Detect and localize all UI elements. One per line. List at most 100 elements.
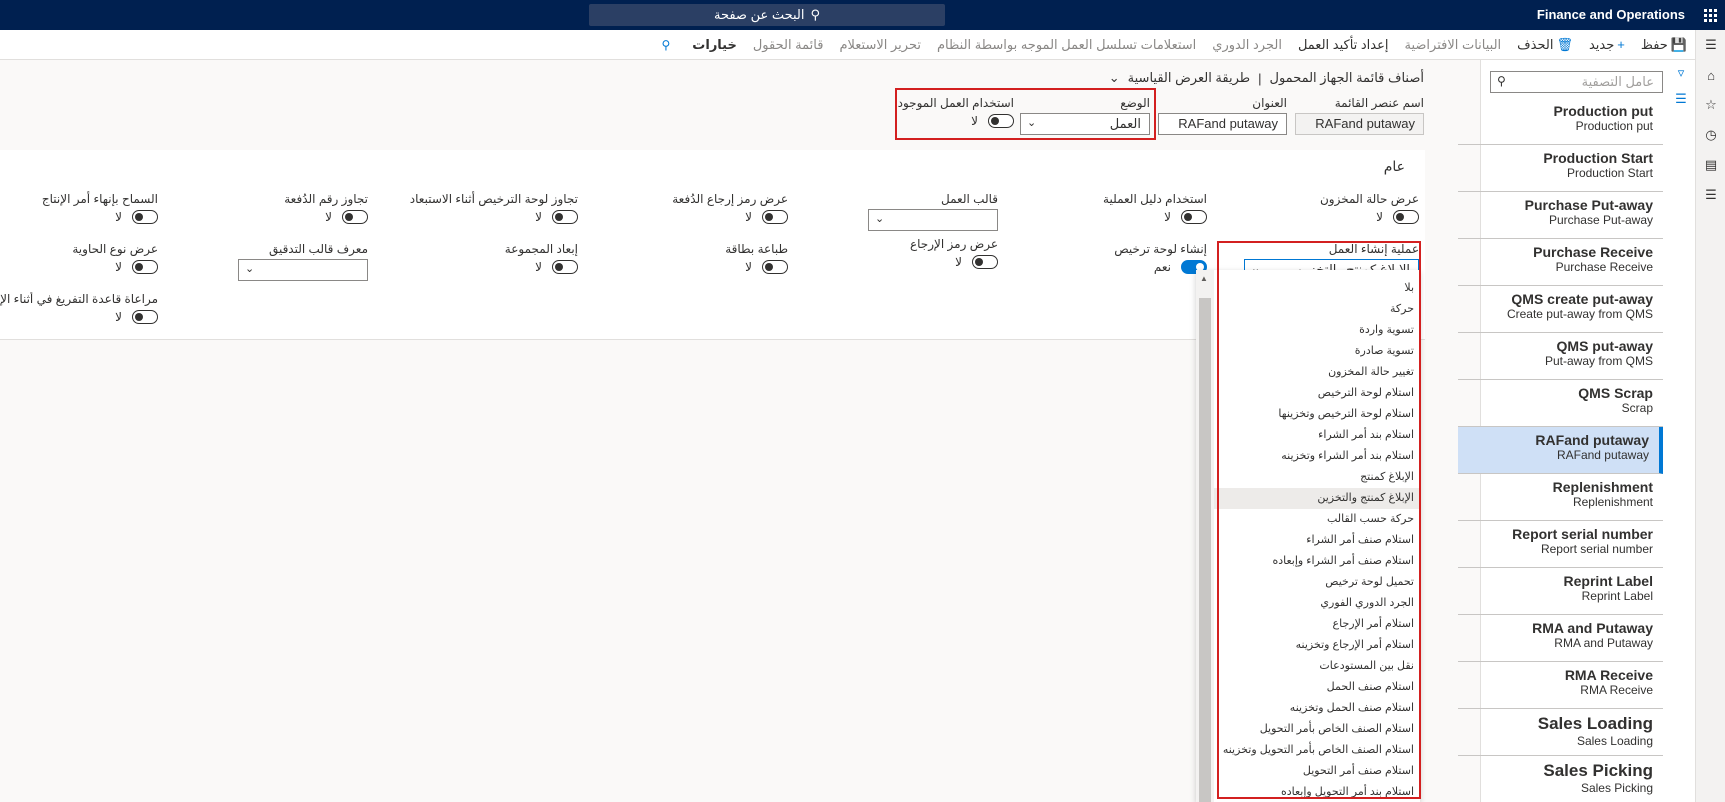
list-item[interactable]: QMS put-away Put-away from QMS — [1458, 333, 1663, 380]
list-item[interactable]: QMS Scrap Scrap — [1458, 380, 1663, 427]
menu-item-name-field: اسم عنصر القائمة RAFand putaway — [1295, 96, 1424, 135]
list-item-sub: Put-away from QMS — [1544, 354, 1653, 368]
field-label: عرض حالة المخزون — [1319, 192, 1419, 206]
list-item[interactable]: RMA Receive RMA Receive — [1458, 662, 1663, 709]
list-item-sub: Create put-away from QMS — [1506, 307, 1653, 321]
toggle-switch[interactable] — [342, 210, 368, 224]
toggle-switch[interactable] — [972, 255, 998, 269]
new-button-label: جديد — [1588, 36, 1615, 52]
list-item[interactable]: Production put Production put — [1458, 98, 1663, 145]
list-item[interactable]: Reprint Label Reprint Label — [1458, 568, 1663, 615]
toggle-switch[interactable] — [762, 210, 788, 224]
edit-query-button[interactable]: تحرير الاستعلام — [839, 37, 921, 53]
list-item-sub: Purchase Receive — [1555, 260, 1653, 274]
field-label: استخدام دليل العملية — [1103, 192, 1207, 206]
field-label: تجاوز رقم الدُفعة — [284, 192, 368, 206]
modules-list-icon[interactable]: ☰ — [1696, 180, 1725, 210]
list-item-title: Purchase Receive — [1533, 244, 1653, 260]
app-launcher-icon[interactable] — [1695, 0, 1725, 30]
list-item[interactable]: QMS create put-away Create put-away from … — [1458, 286, 1663, 333]
action-pane: 💾 حفظ + جديد 🗑 الحذف البيانات الافتراضية إع… — [0, 30, 1695, 60]
list-item-title: QMS create put-away — [1511, 291, 1653, 307]
toggle-switch[interactable] — [1181, 210, 1207, 224]
field-label: قالب العمل — [941, 192, 998, 206]
hamburger-menu-icon[interactable]: ☰ — [1696, 30, 1725, 60]
list-item[interactable]: Purchase Put-away Purchase Put-away — [1458, 192, 1663, 239]
toggle-switch[interactable] — [762, 260, 788, 274]
list-item-title: QMS Scrap — [1578, 385, 1653, 401]
list-item-sub: Purchase Put-away — [1548, 213, 1653, 227]
audit-template-id-select[interactable]: ⌄ — [238, 259, 368, 281]
list-item[interactable]: Purchase Receive Purchase Receive — [1458, 239, 1663, 286]
list-item[interactable]: Sales Picking Sales Picking — [1458, 756, 1663, 802]
breadcrumb: أصناف قائمة الجهاز المحمول | طريقة العرض… — [1109, 70, 1424, 86]
list-item-title: RMA Receive — [1564, 667, 1653, 683]
list-item[interactable]: Production Start Production Start — [1458, 145, 1663, 192]
toggle-value: لا — [1164, 210, 1171, 224]
save-button[interactable]: 💾 حفظ — [1641, 37, 1687, 53]
list-item-title: Sales Picking — [1543, 761, 1653, 780]
work-template-select[interactable]: ⌄ — [868, 209, 998, 231]
filter-input[interactable]: عامل التصفية ⚲ — [1490, 71, 1663, 93]
list-item-sub: RMA Receive — [1580, 683, 1653, 697]
options-tab[interactable]: خيارات — [692, 37, 737, 53]
global-search-box[interactable]: ⚲ البحث عن صفحة — [589, 4, 945, 26]
override-batch-number-field: تجاوز رقم الدُفعة لا — [238, 192, 368, 224]
field-label: طباعة بطاقة — [725, 242, 788, 256]
toggle-value: لا — [115, 310, 122, 324]
toggle-switch[interactable] — [132, 260, 158, 274]
field-list-button[interactable]: قائمة الحقول — [753, 37, 824, 53]
dropdown-scrollbar[interactable]: ▲ — [1196, 270, 1214, 802]
use-process-guide-field: استخدام دليل العملية لا — [1047, 192, 1207, 224]
delete-button[interactable]: 🗑 الحذف — [1517, 37, 1573, 53]
work-confirmation-setup-button[interactable]: إعداد تأكيد العمل — [1298, 37, 1389, 53]
toggle-switch[interactable] — [1393, 210, 1419, 224]
cycle-counting-button[interactable]: الجرد الدوري — [1212, 37, 1282, 53]
toggle-switch[interactable] — [132, 310, 158, 324]
list-item-sub: Replenishment — [1572, 495, 1653, 509]
scrollbar-thumb[interactable] — [1199, 298, 1211, 802]
list-item-sub: Production put — [1575, 119, 1653, 133]
default-data-button[interactable]: البيانات الافتراضية — [1404, 37, 1501, 53]
toggle-value: لا — [535, 260, 542, 274]
home-icon[interactable]: ⌂ — [1696, 60, 1725, 90]
list-view-icon[interactable]: ☰ — [1667, 86, 1695, 112]
navigation-pane: ☰ ⌂ ☆ ◷ ▤ ☰ — [1695, 30, 1725, 802]
save-icon: 💾 — [1670, 36, 1687, 52]
clock-recent-icon[interactable]: ◷ — [1696, 120, 1725, 150]
toggle-switch[interactable] — [552, 210, 578, 224]
chevron-down-icon[interactable]: ⌄ — [1109, 70, 1120, 86]
toggle-value: نعم — [1153, 260, 1171, 274]
list-item-selected[interactable]: RAFand putaway RAFand putaway — [1458, 427, 1663, 474]
new-button[interactable]: + جديد — [1589, 37, 1625, 53]
list-item-sub: Scrap — [1621, 401, 1653, 415]
filter-icon[interactable]: ▿ — [1667, 60, 1695, 86]
workspaces-icon[interactable]: ▤ — [1696, 150, 1725, 180]
menu-item-name-input[interactable]: RAFand putaway — [1295, 113, 1424, 135]
title-input[interactable]: RAFand putaway — [1158, 113, 1287, 135]
list-item[interactable]: RMA and Putaway RMA and Putaway — [1458, 615, 1663, 662]
plus-icon: + — [1617, 37, 1625, 52]
system-directed-work-sequence-queries-button[interactable]: استعلامات تسلسل العمل الموجه بواسطة النظ… — [937, 37, 1196, 53]
list-item-sub: Reprint Label — [1581, 589, 1653, 603]
scroll-up-arrow-icon[interactable]: ▲ — [1200, 274, 1208, 283]
filter-search-icon: ⚲ — [1497, 74, 1506, 88]
action-search-icon[interactable]: ⚲ — [662, 38, 671, 52]
section-title-general: عام — [1383, 158, 1405, 174]
list-item[interactable]: Replenishment Replenishment — [1458, 474, 1663, 521]
view-selector[interactable]: طريقة العرض القياسية — [1128, 70, 1250, 86]
list-item[interactable]: Sales Loading Sales Loading — [1458, 709, 1663, 756]
field-label: مراعاة قاعدة التفريغ في أثناء الإنتا.. — [0, 292, 158, 306]
field-label: عرض رمز إرجاع الدُفعة — [672, 192, 788, 206]
list-item-sub: RAFand putaway — [1556, 448, 1649, 462]
list-item-title: RAFand putaway — [1535, 432, 1649, 448]
list-item[interactable]: Report serial number Report serial number — [1458, 521, 1663, 568]
display-inventory-status-field: عرض حالة المخزون لا — [1269, 192, 1419, 224]
star-favorites-icon[interactable]: ☆ — [1696, 90, 1725, 120]
list-item-title: QMS put-away — [1556, 338, 1653, 354]
toggle-switch[interactable] — [132, 210, 158, 224]
allow-end-production-field: السماح بإنهاء أمر الإنتاج لا — [8, 192, 158, 224]
field-label: تجاوز لوحة الترخيص أثناء الاستبعاد — [409, 192, 578, 206]
toggle-switch[interactable] — [552, 260, 578, 274]
toggle-value: لا — [955, 255, 962, 269]
